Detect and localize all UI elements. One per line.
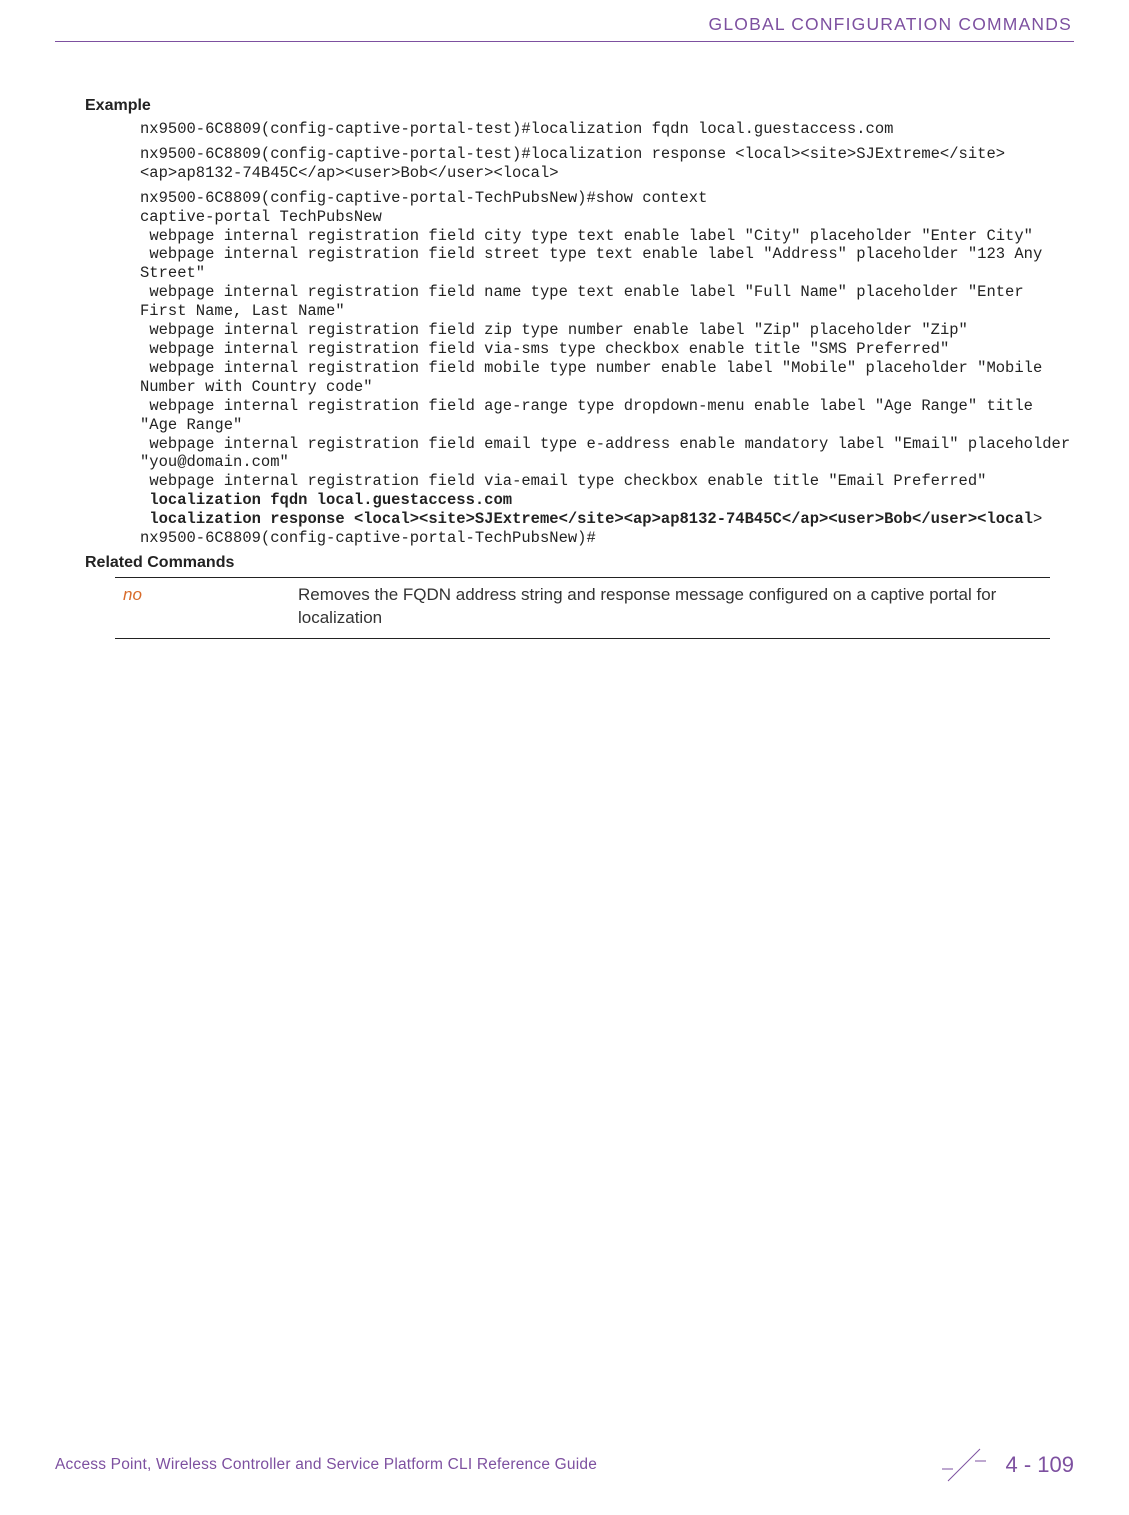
- code-line: webpage internal registration field zip …: [140, 321, 968, 339]
- code-line: nx9500-6C8809(config-captive-portal-Tech…: [140, 189, 707, 207]
- command-cell: no: [115, 577, 290, 638]
- code-line: webpage internal registration field city…: [140, 227, 1033, 245]
- related-commands-table: no Removes the FQDN address string and r…: [115, 577, 1050, 639]
- slash-icon: [942, 1443, 986, 1487]
- code-line-bold: localization response <local><site>SJExt…: [140, 510, 1033, 528]
- code-line: webpage internal registration field via-…: [140, 340, 949, 358]
- code-line: webpage internal registration field age-…: [140, 397, 1042, 434]
- code-line: webpage internal registration field emai…: [140, 435, 1079, 472]
- code-block-3: nx9500-6C8809(config-captive-portal-Tech…: [140, 189, 1074, 548]
- code-line: webpage internal registration field via-…: [140, 472, 986, 490]
- code-block-1: nx9500-6C8809(config-captive-portal-test…: [140, 120, 1074, 139]
- code-line: webpage internal registration field mobi…: [140, 359, 1052, 396]
- description-cell: Removes the FQDN address string and resp…: [290, 577, 1050, 638]
- page-number: 4 - 109: [1006, 1452, 1075, 1478]
- page-footer: Access Point, Wireless Controller and Se…: [55, 1443, 1074, 1487]
- table-row: no Removes the FQDN address string and r…: [115, 577, 1050, 638]
- page-content: Example nx9500-6C8809(config-captive-por…: [55, 42, 1074, 639]
- code-line: nx9500-6C8809(config-captive-portal-Tech…: [140, 529, 596, 547]
- example-heading: Example: [85, 97, 1074, 115]
- code-line: webpage internal registration field name…: [140, 283, 1033, 320]
- code-line: captive-portal TechPubsNew: [140, 208, 382, 226]
- running-header: GLOBAL CONFIGURATION COMMANDS: [55, 14, 1074, 35]
- code-line: webpage internal registration field stre…: [140, 245, 1052, 282]
- footer-text: Access Point, Wireless Controller and Se…: [55, 1456, 597, 1474]
- code-line-tail: >: [1033, 510, 1042, 528]
- code-block-2: nx9500-6C8809(config-captive-portal-test…: [140, 145, 1074, 183]
- related-commands-heading: Related Commands: [85, 554, 1074, 572]
- code-line-bold: localization fqdn local.guestaccess.com: [140, 491, 512, 509]
